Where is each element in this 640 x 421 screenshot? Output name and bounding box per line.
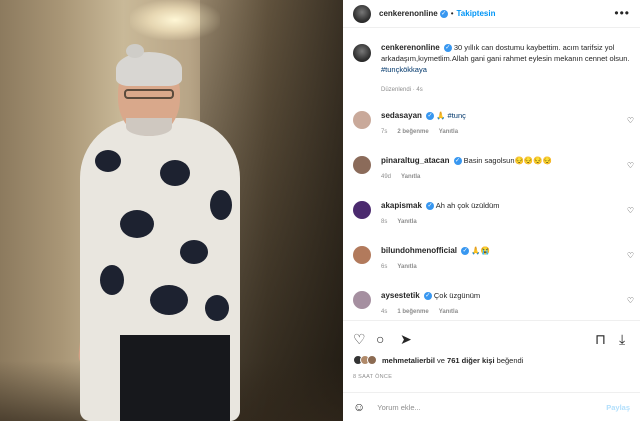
caption-hashtag[interactable]: #tunçkökkaya bbox=[381, 65, 427, 74]
verified-icon: ✓ bbox=[426, 202, 435, 211]
liker-avatar[interactable] bbox=[367, 355, 377, 365]
shirt-pattern bbox=[160, 160, 190, 186]
following-button[interactable]: Takiptesin bbox=[457, 9, 496, 18]
post-header: cenkerenonline ✓ • Takiptesin ••• bbox=[343, 0, 640, 28]
comment-like-heart-icon[interactable]: ♡ bbox=[627, 296, 634, 305]
comment-like-heart-icon[interactable]: ♡ bbox=[627, 116, 634, 125]
shirt-pattern bbox=[100, 265, 124, 295]
commenter-avatar[interactable] bbox=[353, 291, 371, 309]
action-bar: ♡ ○ ➤ ⊓ ⤓ bbox=[343, 320, 640, 356]
reply-button[interactable]: Yanıtla bbox=[401, 172, 420, 183]
hair-bun bbox=[126, 44, 144, 58]
comment-time[interactable]: 4s bbox=[381, 307, 387, 318]
liker-username[interactable]: mehmetalierbil bbox=[382, 356, 435, 365]
reply-button[interactable]: Yanıtla bbox=[397, 262, 416, 273]
likes-summary: mehmetalierbil ve 761 diğer kişi beğendi bbox=[353, 355, 523, 365]
commenter-avatar[interactable] bbox=[353, 246, 371, 264]
commenter-username[interactable]: sedasayan bbox=[381, 111, 422, 120]
verified-icon: ✓ bbox=[439, 9, 448, 18]
verified-icon: ✓ bbox=[426, 112, 435, 121]
comment-time[interactable]: 49d bbox=[381, 172, 391, 183]
comment-text: Basin sagolsun😔😔😔😔 bbox=[463, 156, 552, 165]
bookmark-icon[interactable]: ⊓ bbox=[595, 332, 606, 346]
comment-like-heart-icon[interactable]: ♡ bbox=[627, 206, 634, 215]
post-timestamp[interactable]: 8 SAAT ÖNCE bbox=[353, 374, 392, 380]
shirt-pattern bbox=[205, 295, 229, 321]
comment-item: bilundohmenofficial ✓ 🙏😭 6s Yanıtla ♡ bbox=[353, 245, 640, 273]
more-options-icon[interactable]: ••• bbox=[614, 6, 630, 20]
comment-time[interactable]: 7s bbox=[381, 127, 387, 138]
comment-time[interactable]: 8s bbox=[381, 217, 387, 228]
author-username[interactable]: cenkerenonline bbox=[379, 9, 438, 18]
commenter-username[interactable]: aysestetik bbox=[381, 291, 420, 300]
trousers bbox=[120, 335, 230, 421]
reply-button[interactable]: Yanıtla bbox=[439, 127, 458, 138]
comment-like-heart-icon[interactable]: ♡ bbox=[627, 251, 634, 260]
verified-icon: ✓ bbox=[461, 247, 470, 256]
download-icon[interactable]: ⤓ bbox=[619, 332, 625, 346]
shirt-pattern bbox=[210, 190, 232, 220]
emoji-icon[interactable]: ☺ bbox=[353, 400, 365, 414]
likes-connector: ve bbox=[434, 355, 448, 365]
verified-icon: ✓ bbox=[443, 44, 452, 53]
author-avatar[interactable] bbox=[353, 4, 371, 23]
comment-box: ☺ Paylaş bbox=[343, 392, 640, 421]
post-comment-button[interactable]: Paylaş bbox=[606, 403, 630, 412]
post-photo[interactable] bbox=[0, 0, 343, 421]
commenter-avatar[interactable] bbox=[353, 111, 371, 129]
heart-icon[interactable]: ♡ bbox=[353, 332, 366, 346]
commenter-username[interactable]: pinaraltug_atacan bbox=[381, 156, 449, 165]
comment-like-heart-icon[interactable]: ♡ bbox=[627, 161, 634, 170]
glasses bbox=[124, 89, 174, 99]
caption-avatar[interactable] bbox=[353, 44, 371, 62]
comment-text: 🙏😭 bbox=[471, 246, 490, 255]
comment-text: 🙏 bbox=[436, 111, 448, 120]
commenter-avatar[interactable] bbox=[353, 156, 371, 174]
commenter-username[interactable]: akapismak bbox=[381, 201, 422, 210]
comment-item: akapismak ✓ Ah ah çok üzüldüm 8s Yanıtla… bbox=[353, 200, 640, 228]
comment-text: Çok üzgünüm bbox=[433, 291, 481, 300]
reply-button[interactable]: Yanıtla bbox=[397, 217, 416, 228]
beard bbox=[126, 118, 172, 136]
comment-likes[interactable]: 2 beğenme bbox=[397, 127, 428, 138]
shirt-pattern bbox=[120, 210, 154, 238]
shirt-pattern bbox=[95, 150, 121, 172]
post-caption: cenkerenonline ✓ 30 yıllık can dostumu k… bbox=[353, 42, 633, 96]
verified-icon: ✓ bbox=[453, 157, 462, 166]
likes-count-button[interactable]: 761 diğer kişi bbox=[447, 356, 495, 365]
commenter-avatar[interactable] bbox=[353, 201, 371, 219]
comment-likes[interactable]: 1 beğenme bbox=[397, 307, 428, 318]
shirt-pattern bbox=[150, 285, 188, 315]
comment-input[interactable] bbox=[377, 402, 588, 412]
comment-hashtag[interactable]: #tunç bbox=[448, 111, 466, 120]
verified-icon: ✓ bbox=[423, 292, 432, 301]
caption-edited: Düzenlendi · 4s bbox=[381, 87, 423, 93]
share-icon[interactable]: ➤ bbox=[400, 332, 412, 346]
comment-item: pinaraltug_atacan ✓ Basin sagolsun😔😔😔😔 4… bbox=[353, 155, 640, 183]
comment-text: Ah ah çok üzüldüm bbox=[435, 201, 500, 210]
comment-item: aysestetik ✓ Çok üzgünüm 4s 1 beğenme Ya… bbox=[353, 290, 640, 318]
comment-icon[interactable]: ○ bbox=[376, 332, 384, 346]
hair bbox=[116, 52, 182, 86]
commenter-username[interactable]: bilundohmenofficial bbox=[381, 246, 457, 255]
comment-time[interactable]: 6s bbox=[381, 262, 387, 273]
reply-button[interactable]: Yanıtla bbox=[439, 307, 458, 318]
separator-dot: • bbox=[450, 9, 454, 18]
likes-suffix: beğendi bbox=[494, 355, 524, 365]
comment-item: sedasayan ✓ 🙏 #tunç 7s 2 beğenme Yanıtla… bbox=[353, 110, 640, 138]
shirt-pattern bbox=[180, 240, 208, 264]
caption-username[interactable]: cenkerenonline bbox=[381, 43, 440, 52]
